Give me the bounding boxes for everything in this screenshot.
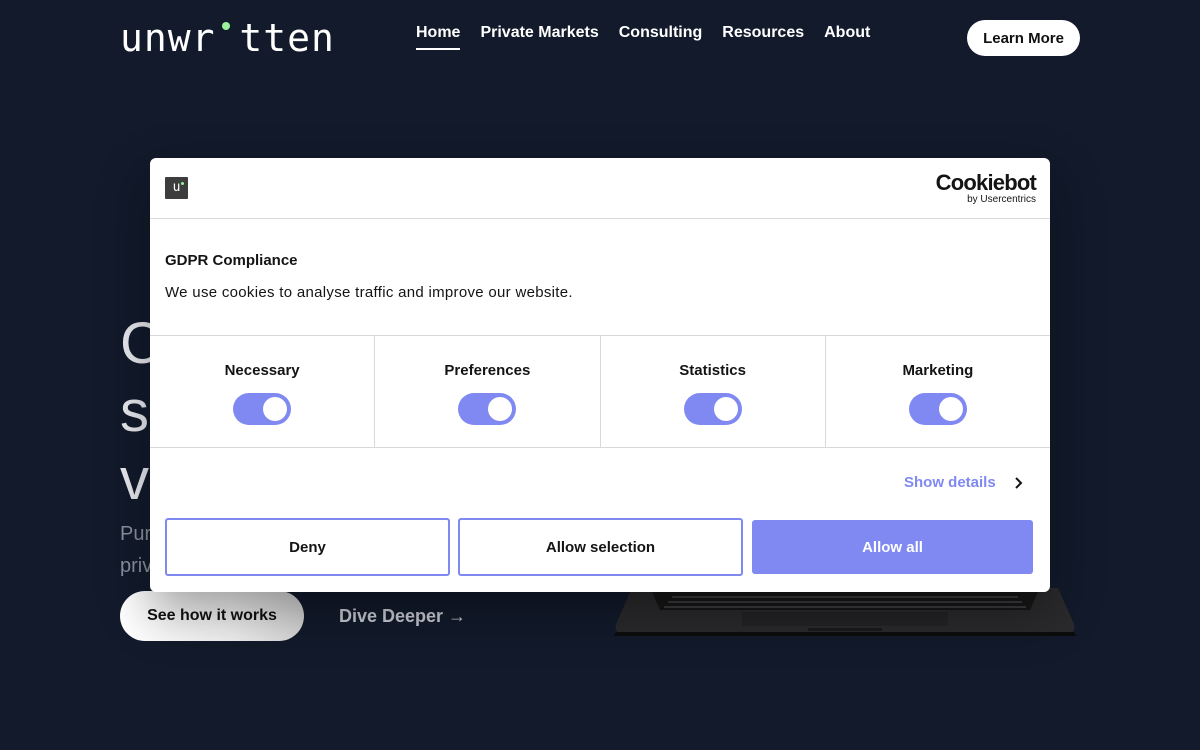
chevron-right-icon[interactable] [1012,476,1026,490]
hero-subtitle-line-1: Pur [120,523,152,545]
hero-headline-line-2: s [120,379,149,444]
brand-badge-dot-icon [181,182,184,185]
site-brand-badge: u [165,177,188,199]
nav-item-about[interactable]: About [824,24,870,50]
allow-selection-button[interactable]: Allow selection [458,518,743,576]
toggle-knob [488,397,513,421]
marketing-toggle[interactable] [908,393,967,425]
category-statistics: Statistics [601,336,826,447]
statistics-toggle[interactable] [683,393,742,425]
preferences-toggle[interactable] [458,393,517,425]
toggle-knob [713,397,738,421]
laptop-image [614,588,1076,636]
nav-item-consulting[interactable]: Consulting [619,24,703,50]
allow-all-button[interactable]: Allow all [752,520,1033,574]
main-nav: Home Private Markets Consulting Resource… [416,24,870,50]
category-necessary: Necessary [150,336,376,447]
learn-more-button[interactable]: Learn More [967,20,1080,56]
cookiebot-byline: by Usercentrics [967,194,1036,205]
cookiebot-name: Cookiebot [935,170,1037,195]
category-label: Marketing [902,362,974,379]
category-marketing: Marketing [826,336,1050,447]
show-details-link[interactable]: Show details [904,474,996,492]
category-label: Statistics [679,362,746,379]
see-how-it-works-button[interactable]: See how it works [120,591,304,641]
site-header: unwr tten Home Private Markets Consultin… [0,0,1200,80]
deny-button[interactable]: Deny [165,518,450,576]
category-label: Preferences [444,362,531,379]
dialog-title: GDPR Compliance [165,252,298,269]
toggle-knob [263,397,288,421]
nav-item-resources[interactable]: Resources [722,24,804,50]
logo-dot-icon [222,22,230,30]
hero-headline-line-3: v [120,447,149,512]
brand-badge-letter: u [172,180,181,195]
dialog-header: u Cookiebot by Usercentrics [150,158,1050,219]
hero-subtitle-line-2: priv [120,555,153,577]
cookie-consent-dialog: u Cookiebot by Usercentrics GDPR Complia… [150,158,1050,592]
dialog-message: We use cookies to analyse traffic and im… [165,284,573,301]
cookie-categories: Necessary Preferences Statistics Marketi… [150,335,1050,448]
category-label: Necessary [224,362,300,379]
necessary-toggle[interactable] [233,393,292,425]
nav-item-private-markets[interactable]: Private Markets [480,24,598,50]
cookiebot-logo[interactable]: Cookiebot by Usercentrics [932,170,1037,206]
toggle-knob [938,397,963,421]
category-preferences: Preferences [375,336,601,447]
nav-item-home[interactable]: Home [416,24,461,50]
dive-deeper-link[interactable]: Dive Deeper → [339,606,466,626]
